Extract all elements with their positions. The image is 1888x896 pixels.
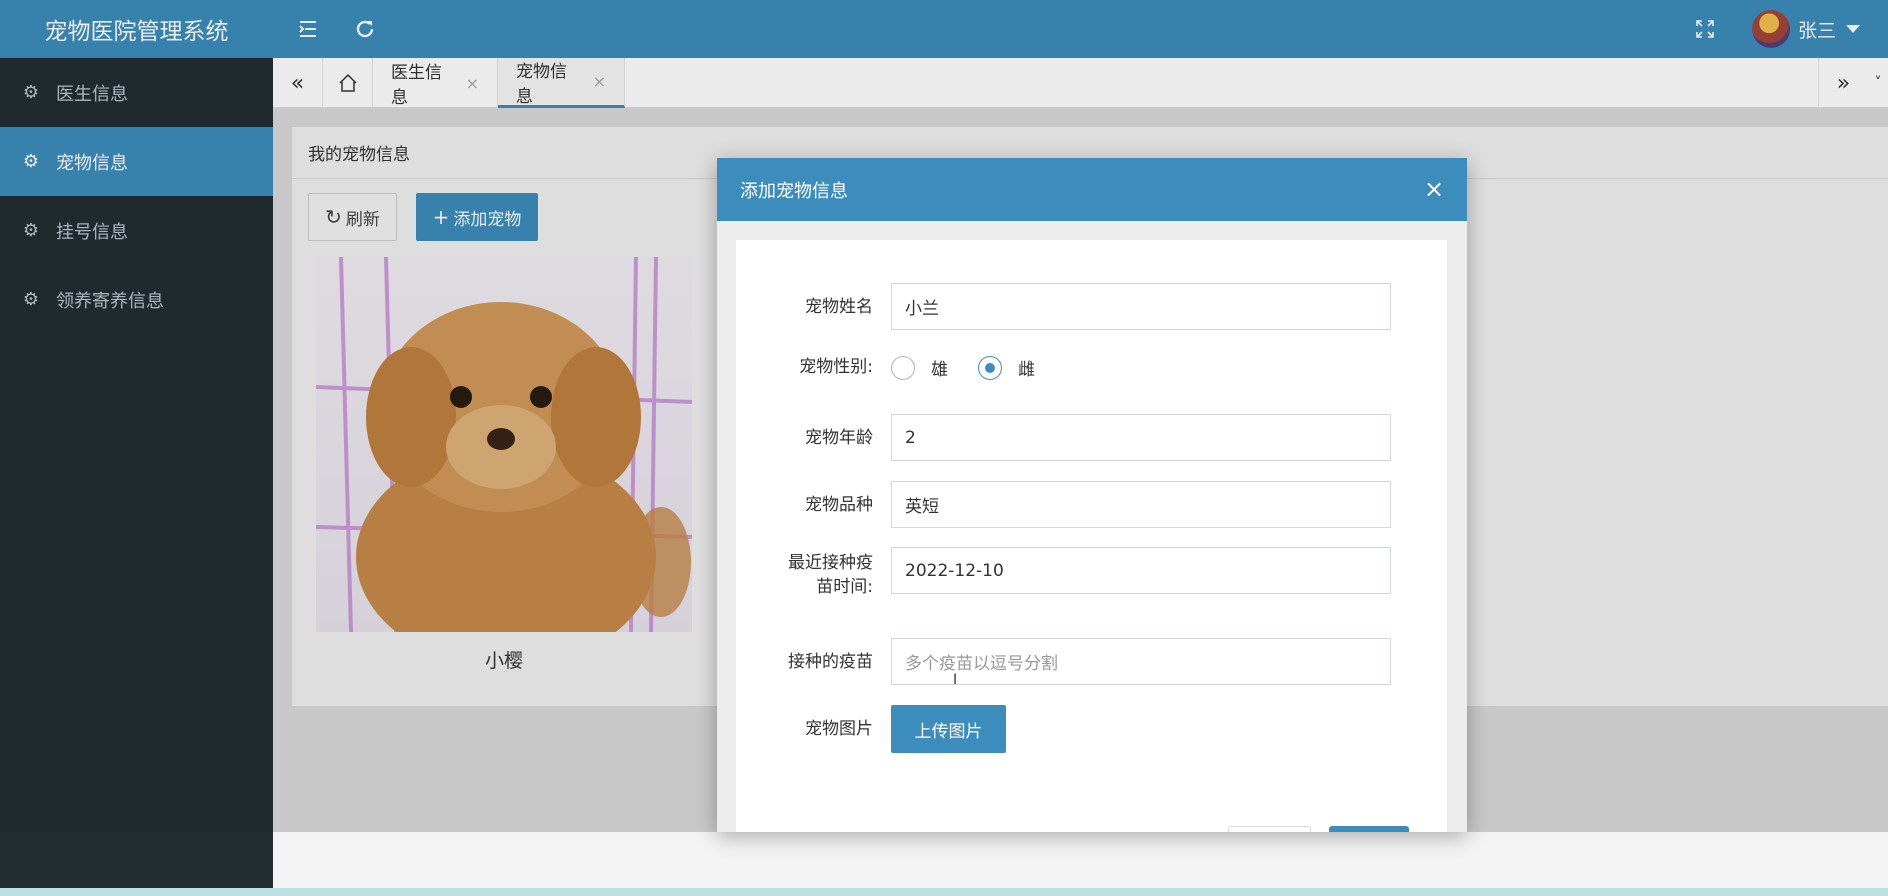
form-row-photo: 宠物图片 上传图片 [736,705,1447,753]
cancel-button[interactable] [1228,826,1311,832]
gender-male-radio[interactable] [891,355,915,380]
sidebar-item-label: 医生信息 [56,83,128,105]
sidebar-item-doctor[interactable]: ⚙ 医生信息 [0,58,273,127]
refresh-button[interactable]: ↻ 刷新 [308,193,397,241]
sidebar-item-adoption[interactable]: ⚙ 领养寄养信息 [0,265,273,334]
sidebar-item-label: 挂号信息 [56,221,128,243]
home-icon[interactable] [323,58,373,108]
form-row-vaccine-date: 最近接种疫苗时间: 2022-12-10 [736,547,1447,603]
pet-gender-label: 宠物性别: [799,357,873,377]
gender-female-label: 雌 [1018,360,1035,380]
user-name: 张三 [1798,19,1837,42]
form-row-age: 宠物年龄 2 [736,414,1447,461]
pet-card[interactable]: 小樱 [316,257,692,687]
pet-breed-label: 宠物品种 [805,494,873,515]
modal-title: 添加宠物信息 [740,180,848,202]
pet-name: 小樱 [484,650,523,672]
app-title: 宠物医院管理系统 [44,19,229,45]
tabs-bar: « 医生信息 × 宠物信息 × » ˅ [273,58,1888,108]
sidebar-item-pet[interactable]: ⚙ 宠物信息 [0,127,273,196]
refresh-icon[interactable] [350,14,380,44]
refresh-icon: ↻ [325,205,342,229]
chevron-down-icon[interactable]: ˅ [1868,58,1888,108]
form-row-breed: 宠物品种 英短 [736,481,1447,528]
tab-pet-info[interactable]: 宠物信息 × [498,58,625,108]
upload-photo-button[interactable]: 上传图片 [891,705,1006,753]
caret-down-icon [1846,25,1861,33]
top-header: 宠物医院管理系统 张三 [0,0,1888,58]
tabs-scroll-left-icon[interactable]: « [273,58,323,108]
refresh-button-label: 刷新 [345,209,380,230]
vaccine-date-input[interactable]: 2022-12-10 [891,547,1391,594]
text-cursor-icon: I [953,672,958,688]
plus-icon: + [432,205,450,229]
gear-icon: ⚙ [22,220,40,241]
pet-breed-input[interactable]: 英短 [891,481,1391,528]
pet-photo-label: 宠物图片 [805,719,873,739]
page-footer [273,832,1888,888]
sidebar-item-label: 领养寄养信息 [56,290,164,312]
gender-male-label: 雄 [931,360,948,380]
form-row-gender: 宠物性别: 雄 雌 [736,353,1447,381]
gear-icon: ⚙ [22,82,40,103]
gender-female-radio[interactable] [978,355,1002,380]
add-pet-modal: 添加宠物信息 × 宠物姓名 小兰 宠物性别: 雄 雌 宠物年龄 2 宠物品种 英… [717,158,1467,832]
pet-age-input[interactable]: 2 [891,414,1391,461]
gear-icon: ⚙ [22,289,40,310]
vaccines-label: 接种的疫苗 [788,651,873,672]
modal-header: 添加宠物信息 × [717,158,1467,221]
sidebar-item-registration[interactable]: ⚙ 挂号信息 [0,196,273,265]
user-menu[interactable]: 张三 [1752,8,1861,50]
add-pet-button-label: 添加宠物 [453,209,522,230]
add-pet-button[interactable]: + 添加宠物 [416,193,538,241]
close-icon[interactable]: × [1419,174,1449,204]
modal-form: 宠物姓名 小兰 宠物性别: 雄 雌 宠物年龄 2 宠物品种 英短 最近接种疫苗时… [736,240,1447,832]
close-icon[interactable]: × [466,74,479,93]
fullscreen-icon[interactable] [1690,14,1720,44]
pet-photo [316,257,692,632]
tab-label: 宠物信息 [516,61,567,107]
avatar [1752,10,1790,48]
tabs-scroll-right-icon[interactable]: » [1818,58,1868,108]
pet-age-label: 宠物年龄 [805,427,873,448]
vaccines-input[interactable]: 多个疫苗以逗号分割 [891,638,1391,685]
tab-doctor-info[interactable]: 医生信息 × [373,58,498,108]
sidebar: ⚙ 医生信息 ⚙ 宠物信息 ⚙ 挂号信息 ⚙ 领养寄养信息 [0,58,273,896]
tab-label: 医生信息 [391,63,442,108]
pet-name-label: 宠物姓名 [805,296,873,317]
puppy-illustration [316,257,692,632]
menu-icon[interactable] [293,14,323,44]
confirm-button[interactable] [1329,826,1409,832]
form-row-name: 宠物姓名 小兰 [736,283,1447,330]
bottom-strip [0,888,1888,896]
pet-gender-radio-group: 雄 雌 [891,355,1065,380]
vaccine-date-label: 最近接种疫苗时间: [788,553,873,597]
pet-name-input[interactable]: 小兰 [891,283,1391,330]
form-row-vaccines: 接种的疫苗 多个疫苗以逗号分割 I [736,638,1447,688]
gear-icon: ⚙ [22,151,40,172]
close-icon[interactable]: × [593,72,606,91]
sidebar-item-label: 宠物信息 [56,152,128,174]
